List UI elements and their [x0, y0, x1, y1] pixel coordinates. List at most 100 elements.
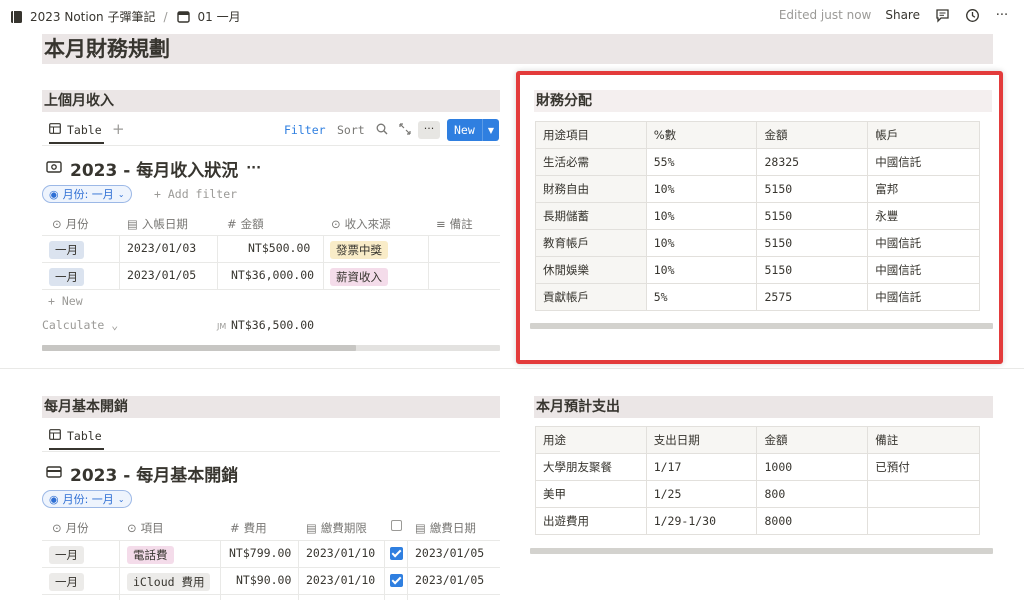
table-rule [407, 540, 408, 600]
item-tag: iCloud 費用 [127, 573, 211, 591]
planned-cell: 8000 [756, 507, 869, 535]
income-view-tab-table[interactable]: Table [49, 123, 104, 144]
new-record-button[interactable]: New ▼ [447, 119, 499, 141]
date-cell[interactable]: 2023/01/05 [127, 268, 196, 282]
table-row: 休閒娛樂 10% 5150 中國信託 [535, 256, 980, 284]
add-filter-button[interactable]: + Add filter [154, 187, 237, 201]
filter-button[interactable]: Filter [284, 123, 326, 137]
table-rule [42, 540, 500, 541]
allocation-cell: 10% [645, 256, 758, 284]
top-bar: 2023 Notion 子彈筆記 / 01 一月 Edited just now… [0, 0, 1024, 32]
expenses-month-filter[interactable]: ◉ 月份: 一月 ⌄ [42, 490, 132, 508]
share-button[interactable]: Share [885, 8, 920, 22]
table-row[interactable]: 一月 [49, 546, 84, 564]
expand-icon[interactable] [399, 123, 411, 138]
page-title: 本月財務規劃 [42, 34, 993, 64]
income-database-title[interactable]: 2023 - 每月收入狀況 ··· [46, 156, 261, 181]
expenses-database-title[interactable]: 2023 - 每月基本開銷 [46, 461, 238, 486]
calculate-label: Calculate [42, 318, 105, 332]
amount-cell[interactable]: NT$36,000.00 [231, 268, 314, 282]
new-row-button[interactable]: + New [48, 294, 83, 308]
item-cell[interactable]: iCloud 費用 [127, 573, 211, 591]
planned-cell: 1/17 [645, 453, 758, 481]
chevron-down-icon[interactable]: ▼ [483, 126, 499, 135]
item-tag: 電話費 [127, 546, 174, 564]
table-row: 生活必需 55% 28325 中國信託 [535, 148, 980, 176]
expenses-section-title: 每月基本開銷 [42, 396, 500, 418]
more-options-icon[interactable]: ··· [994, 7, 1010, 23]
column-fee-label: 費用 [243, 521, 267, 535]
column-amount[interactable]: # 金額 [227, 216, 264, 232]
scrollbar-thumb[interactable] [42, 345, 356, 351]
database-more-icon[interactable]: ··· [246, 161, 261, 176]
table-rule [323, 235, 324, 289]
column-month[interactable]: ⊙ 月份 [52, 216, 89, 232]
column-item[interactable]: ⊙ 項目 [127, 520, 164, 536]
new-record-label: New [454, 123, 475, 137]
due-date-cell[interactable]: 2023/01/10 [306, 546, 375, 560]
column-month-label: 月份 [65, 217, 89, 231]
allocation-cell: 財務自由 [535, 175, 647, 203]
column-due-date-label: 繳費期限 [320, 521, 367, 535]
allocation-cell: 10% [645, 229, 758, 257]
allocation-cell: 長期儲蓄 [535, 202, 647, 230]
source-tag: 薪資收入 [330, 268, 388, 286]
expenses-view-tab-label: Table [67, 429, 102, 443]
table-rule [42, 594, 500, 595]
chevron-down-icon: ⌄ [117, 189, 125, 199]
comment-icon[interactable] [934, 7, 950, 23]
sort-button[interactable]: Sort [337, 123, 365, 137]
column-checkbox[interactable] [391, 520, 402, 531]
allocation-scrollbar[interactable] [530, 323, 993, 329]
table-rule [119, 540, 120, 600]
calculate-button[interactable]: Calculate ⌄ [42, 318, 122, 332]
column-fee[interactable]: # 費用 [230, 520, 267, 536]
income-view-tab-label: Table [67, 123, 102, 137]
income-month-filter[interactable]: ◉ 月份: 一月 ⌄ [42, 185, 132, 203]
date-cell[interactable]: 2023/01/03 [127, 241, 196, 255]
expenses-view-tab-table[interactable]: Table [49, 429, 104, 450]
source-cell[interactable]: 薪資收入 [330, 268, 388, 286]
breadcrumb-workspace-label: 2023 Notion 子彈筆記 [30, 10, 156, 24]
column-due-date[interactable]: ▤ 繳費期限 [306, 520, 367, 536]
table-row: 教育帳戶 10% 5150 中國信託 [535, 229, 980, 257]
allocation-header-cell: 金額 [756, 121, 869, 149]
allocation-cell: 永豐 [867, 202, 980, 230]
paid-date-cell[interactable]: 2023/01/05 [415, 546, 484, 560]
breadcrumb-page[interactable]: 01 一月 [176, 8, 241, 25]
planned-scrollbar[interactable] [530, 548, 993, 554]
history-clock-icon[interactable] [964, 7, 980, 23]
credit-card-icon [46, 464, 62, 484]
allocation-cell: 中國信託 [867, 283, 980, 311]
fee-cell[interactable]: NT$90.00 [236, 573, 291, 587]
sum-value: NT$36,500.00 [231, 318, 315, 332]
due-date-cell[interactable]: 2023/01/10 [306, 573, 375, 587]
add-view-icon[interactable]: + [112, 120, 125, 138]
column-source-label: 收入來源 [344, 217, 391, 231]
column-date[interactable]: ▤ 入帳日期 [127, 216, 188, 232]
column-note[interactable]: ≡ 備註 [436, 216, 473, 232]
search-icon[interactable] [376, 123, 388, 138]
allocation-cell: 5150 [756, 175, 869, 203]
allocation-cell: 貢獻帳戶 [535, 283, 647, 311]
page-divider [0, 368, 1024, 369]
allocation-cell: 5150 [756, 256, 869, 284]
paid-date-cell[interactable]: 2023/01/05 [415, 573, 484, 587]
fee-cell[interactable]: NT$799.00 [229, 546, 291, 560]
allocation-cell: 中國信託 [867, 148, 980, 176]
item-cell[interactable]: 電話費 [127, 546, 174, 564]
column-source[interactable]: ⊙ 收入來源 [331, 216, 391, 232]
table-row[interactable]: 一月 [49, 573, 84, 591]
paid-checkbox[interactable] [390, 546, 403, 560]
column-paid-date[interactable]: ▤ 繳費日期 [415, 520, 476, 536]
table-row[interactable]: 一月 [49, 268, 84, 286]
amount-cell[interactable]: NT$500.00 [248, 241, 310, 255]
breadcrumb-workspace[interactable]: 2023 Notion 子彈筆記 [8, 8, 155, 25]
paid-checkbox[interactable] [390, 573, 403, 587]
column-month[interactable]: ⊙ 月份 [52, 520, 89, 536]
number-icon: # [227, 217, 237, 231]
view-more-button[interactable]: ··· [418, 121, 440, 139]
source-cell[interactable]: 發票中獎 [330, 241, 388, 259]
sum-label: JM [217, 322, 227, 331]
table-row[interactable]: 一月 [49, 241, 84, 259]
